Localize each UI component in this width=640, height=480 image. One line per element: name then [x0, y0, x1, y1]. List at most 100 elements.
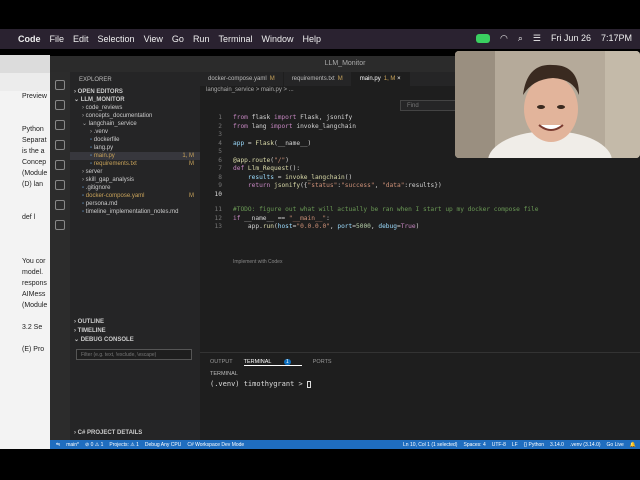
code-line[interactable]: #TODO: figure out what will actually be … [233, 206, 538, 213]
remote-indicator-icon[interactable]: ⇋ [56, 442, 60, 448]
python-version[interactable]: 3.14.0 [550, 442, 564, 448]
line-number: 2 [218, 122, 222, 130]
tree-folder[interactable]: › .venv [70, 128, 200, 136]
debug-config[interactable]: Debug Any CPU [145, 442, 181, 448]
tree-file[interactable]: ▫ requirements.txt M [70, 160, 200, 168]
tree-folder[interactable]: › skill_gap_analysis [70, 176, 200, 184]
workspace-root[interactable]: ⌄ LLM_MONITOR [70, 96, 200, 104]
browser-text-line: is the a [22, 148, 45, 155]
bell-icon[interactable]: 🔔 [630, 442, 636, 448]
menu-file[interactable]: File [50, 34, 65, 44]
tree-item-label: langchain_service [88, 121, 137, 127]
code-line[interactable]: app = Flask(__name__) [233, 140, 311, 147]
code-line[interactable]: results = invoke_langchain() [233, 174, 352, 181]
background-browser-window[interactable]: Preview Python Separat is the a Concep (Modu… [0, 55, 50, 449]
tree-file[interactable]: ▫ dockerfile [70, 136, 200, 144]
go-live-button[interactable]: Go Live [607, 442, 624, 448]
breadcrumb[interactable]: langchain_service > main.py > ... [206, 87, 294, 93]
tree-file[interactable]: ▫ main.py 1, M [70, 152, 200, 160]
csharp-workspace[interactable]: C# Workspace Dev Mode [187, 442, 244, 448]
menu-view[interactable]: View [144, 34, 163, 44]
terminal-count-badge: 1 [283, 359, 291, 365]
menu-app-name[interactable]: Code [18, 34, 41, 44]
language-mode[interactable]: {} Python [524, 442, 544, 448]
menu-terminal[interactable]: Terminal [218, 34, 252, 44]
menu-go[interactable]: Go [172, 34, 184, 44]
menubar-time[interactable]: 7:17PM [601, 33, 632, 44]
tree-file[interactable]: ▫ lang.py [70, 144, 200, 152]
tree-file[interactable]: ▫ .gitignore [70, 184, 200, 192]
explorer-icon[interactable] [55, 80, 65, 90]
encoding[interactable]: UTF-8 [492, 442, 506, 448]
code-line[interactable]: if __name__ == "__main__": [233, 215, 330, 222]
problems-count[interactable]: ⊘ 0 ⚠ 1 [85, 442, 103, 448]
outline-section[interactable]: › OUTLINE [70, 318, 200, 326]
tree-file[interactable]: ▫ docker-compose.yaml M [70, 192, 200, 200]
menu-edit[interactable]: Edit [73, 34, 89, 44]
tab-ports[interactable]: PORTS [313, 359, 332, 366]
code-line[interactable]: @app.route("/") [233, 157, 289, 164]
chevron-down-icon: ⌄ [74, 337, 80, 343]
close-icon[interactable]: × [397, 76, 401, 82]
tab-modified-badge: M [337, 76, 343, 82]
tree-folder[interactable]: › concepts_documentation [70, 112, 200, 120]
line-ending[interactable]: LF [512, 442, 518, 448]
debug-console-section[interactable]: ⌄ DEBUG CONSOLE [70, 336, 200, 344]
indentation[interactable]: Spaces: 4 [463, 442, 485, 448]
menubar-date[interactable]: Fri Jun 26 [551, 33, 591, 44]
browser-text-line: (E) Pro [22, 346, 45, 353]
tab-main-py[interactable]: main.py 1, M × [351, 72, 410, 86]
git-branch[interactable]: main* [66, 442, 79, 448]
macos-menubar: Code File Edit Selection View Go Run Ter… [0, 29, 640, 49]
extensions-icon[interactable] [55, 160, 65, 170]
tab-output[interactable]: OUTPUT [210, 359, 233, 366]
tree-file[interactable]: ▫ timeline_implementation_notes.md [70, 208, 200, 216]
tree-item-label: concepts_documentation [85, 113, 153, 119]
terminal-cursor [306, 380, 311, 388]
status-bar-right: Ln 10, Col 1 (1 selected) Spaces: 4 UTF-… [397, 442, 636, 448]
tree-folder[interactable]: ⌄ langchain_service [70, 120, 200, 128]
browser-text-line: Python [22, 126, 44, 133]
menu-help[interactable]: Help [302, 34, 321, 44]
search-icon[interactable] [55, 100, 65, 110]
menu-selection[interactable]: Selection [98, 34, 135, 44]
chevron-down-icon: ⌄ [74, 97, 80, 103]
code-line[interactable]: from lang import invoke_langchain [233, 123, 356, 130]
tree-item-label: requirements.txt [93, 161, 137, 167]
code-line[interactable]: app.run(host="0.0.0.0", port=5000, debug… [233, 223, 419, 230]
line-number: 12 [214, 214, 222, 222]
tab-docker-compose[interactable]: docker-compose.yaml M [200, 72, 284, 86]
testing-icon[interactable] [55, 200, 65, 210]
control-center-icon[interactable]: ☰ [533, 33, 541, 44]
tree-folder[interactable]: › server [70, 168, 200, 176]
terminal-prompt[interactable]: (.venv) timothygrant > [210, 380, 311, 388]
timeline-section[interactable]: › TIMELINE [70, 327, 200, 335]
tree-file[interactable]: ▫ persona.md [70, 200, 200, 208]
run-debug-icon[interactable] [55, 140, 65, 150]
source-control-icon[interactable] [55, 120, 65, 130]
code-line[interactable]: return jsonify({"status":"success", "dat… [233, 182, 442, 189]
menu-run[interactable]: Run [193, 34, 210, 44]
cursor-position[interactable]: Ln 10, Col 1 (1 selected) [403, 442, 457, 448]
docker-icon[interactable] [55, 220, 65, 230]
open-editors-section[interactable]: › OPEN EDITORS [70, 88, 200, 96]
codelens-hint[interactable]: Implement with Codex [233, 259, 282, 265]
facetime-icon[interactable] [475, 33, 490, 44]
csharp-project-details-section[interactable]: › C# PROJECT DETAILS [70, 429, 200, 437]
tab-requirements[interactable]: requirements.txt M [284, 72, 352, 86]
browser-text-line: model. [22, 269, 44, 276]
tab-modified-badge: 1, M [383, 76, 396, 82]
wifi-icon[interactable]: ◠ [500, 33, 508, 44]
webcam-overlay[interactable] [455, 51, 640, 158]
code-line[interactable]: def Llm_Request(): [233, 165, 300, 172]
menu-window[interactable]: Window [261, 34, 293, 44]
remote-explorer-icon[interactable] [55, 180, 65, 190]
tab-terminal[interactable]: TERMINAL 1 [243, 359, 302, 366]
search-icon[interactable]: ⌕ [518, 33, 523, 44]
code-line[interactable]: from flask import Flask, jsonify [233, 114, 352, 121]
activity-bar [50, 72, 70, 440]
python-env[interactable]: .venv (3.14.0) [570, 442, 601, 448]
debug-console-filter-input[interactable]: Filter (e.g. text, !exclude, \escape) [76, 349, 192, 360]
tree-folder[interactable]: › code_reviews [70, 104, 200, 112]
projects-status[interactable]: Projects: ⚠ 1 [109, 442, 139, 448]
